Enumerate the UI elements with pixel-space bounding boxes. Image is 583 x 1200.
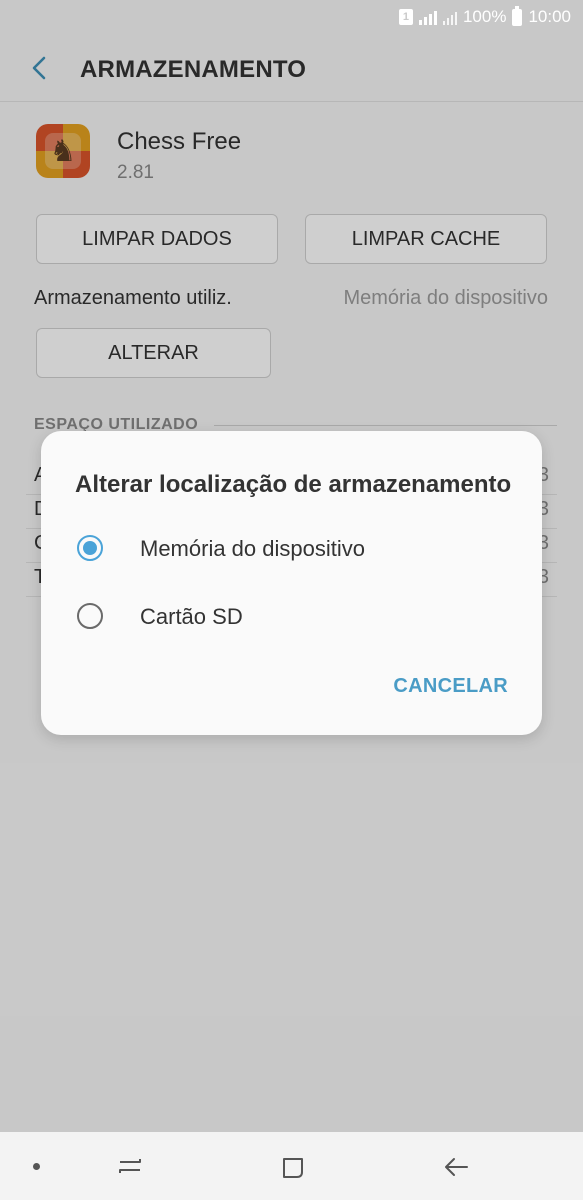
signal-icon [418,9,437,25]
recent-apps-icon[interactable] [116,1154,144,1183]
back-arrow-icon[interactable] [443,1156,469,1183]
battery-icon [512,5,523,26]
status-bar: 1 100% 10:00 [0,0,583,36]
radio-sd-card[interactable] [77,603,103,629]
clock: 10:00 [528,7,571,26]
radio-device-memory[interactable] [77,535,103,561]
dot-icon[interactable] [33,1163,40,1170]
sim-card-icon: 1 [398,9,413,25]
cancel-button[interactable]: CANCELAR [393,675,508,698]
navigation-bar [0,1132,583,1200]
option-label-device-memory[interactable]: Memória do dispositivo [140,536,365,562]
battery-percent: 100% [462,7,507,26]
home-icon[interactable] [281,1156,305,1185]
option-label-sd-card[interactable]: Cartão SD [140,604,243,630]
dialog-title: Alterar localização de armazenamento [75,471,512,498]
screen: ARMAZENAMENTO ♞ Chess Free 2.81 LIMPAR D… [0,0,583,1200]
storage-location-dialog: Alterar localização de armazenamento Mem… [41,431,542,735]
signal-secondary-icon [442,9,457,25]
